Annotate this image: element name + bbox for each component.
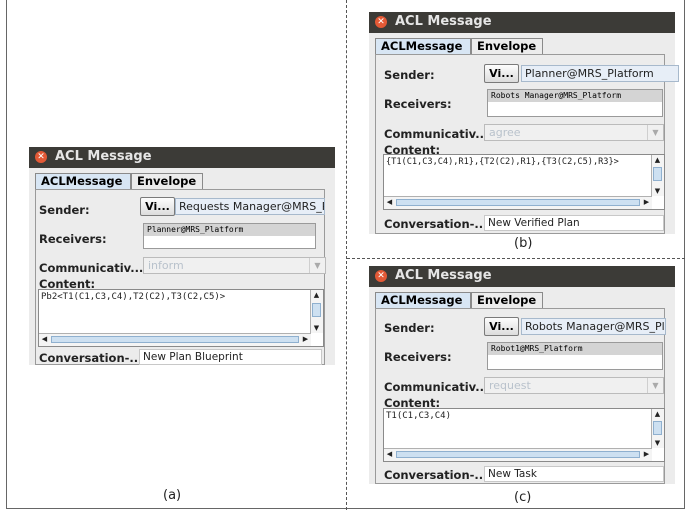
arrow-down-icon[interactable]: ▼ <box>652 186 663 196</box>
close-icon[interactable]: ✕ <box>35 151 47 163</box>
performative-select[interactable]: inform ▼ <box>143 257 326 274</box>
vertical-scrollbar[interactable]: ▲ ▼ <box>651 409 664 448</box>
content-textarea[interactable]: {T1(C1,C3,C4),R1},{T2(C2),R1},{T3(C2,C5)… <box>383 154 665 210</box>
content-textarea[interactable]: Pb2<T1(C1,C3,C4),T2(C2),T3(C2,C5)> ▲ ▼ ◀… <box>38 289 324 347</box>
performative-value: request <box>489 379 531 392</box>
message-panel: Sender: Vi... Planner@MRS_Platform Recei… <box>375 54 679 234</box>
chevron-down-icon[interactable]: ▼ <box>309 258 325 273</box>
conversation-label: Conversation-... <box>39 351 143 365</box>
vertical-divider <box>346 0 347 510</box>
window-title: ACL Message <box>395 14 492 29</box>
content-text: Pb2<T1(C1,C3,C4),T2(C2),T3(C2,C5)> <box>41 292 226 302</box>
scroll-thumb[interactable] <box>51 336 299 343</box>
tab-aclmessage[interactable]: ACLMessage <box>35 173 131 189</box>
vertical-scrollbar[interactable]: ▲ ▼ <box>310 290 323 333</box>
receivers-label: Receivers: <box>39 232 107 246</box>
window-title: ACL Message <box>55 149 152 164</box>
communicative-label: Communicativ... <box>384 380 489 394</box>
receiver-item[interactable]: Robot1@MRS_Platform <box>488 343 662 355</box>
receivers-list[interactable]: Robot1@MRS_Platform <box>487 342 663 370</box>
caption-c: (c) <box>514 490 532 505</box>
performative-select[interactable]: request ▼ <box>484 377 664 394</box>
performative-value: agree <box>489 126 521 139</box>
tab-aclmessage[interactable]: ACLMessage <box>375 38 471 54</box>
horizontal-divider <box>347 258 685 259</box>
content-text: {T1(C1,C3,C4),R1},{T2(C2),R1},{T3(C2,C5)… <box>386 157 619 167</box>
message-panel: Sender: Vi... Robots Manager@MRS_Pla Rec… <box>375 308 666 484</box>
content-text: T1(C1,C3,C4) <box>386 411 452 421</box>
chevron-down-icon[interactable]: ▼ <box>647 125 663 140</box>
arrow-down-icon[interactable]: ▼ <box>311 323 322 333</box>
title-bar: ✕ ACL Message <box>29 147 335 168</box>
receivers-list[interactable]: Robots Manager@MRS_Platform <box>487 89 663 117</box>
acl-message-window-c: ✕ ACL Message ACLMessage Envelope Sender… <box>369 266 675 484</box>
acl-message-window-b: ✕ ACL Message ACLMessage Envelope Sender… <box>369 12 679 234</box>
arrow-up-icon[interactable]: ▲ <box>311 290 322 300</box>
title-bar: ✕ ACL Message <box>369 266 675 287</box>
sender-label: Sender: <box>384 321 435 335</box>
window-title: ACL Message <box>395 268 492 283</box>
acl-message-window-a: ✕ ACL Message ACLMessage Envelope Sender… <box>29 147 335 365</box>
horizontal-scrollbar[interactable]: ◀ ▶ <box>384 196 652 209</box>
arrow-right-icon[interactable]: ▶ <box>300 334 311 345</box>
receivers-label: Receivers: <box>384 97 452 111</box>
tab-envelope[interactable]: Envelope <box>131 173 203 189</box>
horizontal-scrollbar[interactable]: ◀ ▶ <box>384 448 652 461</box>
receiver-item[interactable]: Planner@MRS_Platform <box>144 224 315 236</box>
sender-label: Sender: <box>384 68 435 82</box>
scroll-thumb[interactable] <box>653 167 662 181</box>
scroll-thumb[interactable] <box>653 421 662 435</box>
caption-b: (b) <box>514 236 533 251</box>
tab-envelope[interactable]: Envelope <box>471 38 543 54</box>
conversation-label: Conversation-... <box>384 468 488 482</box>
sender-label: Sender: <box>39 203 90 217</box>
view-sender-button[interactable]: Vi... <box>140 197 175 216</box>
horizontal-scrollbar[interactable]: ◀ ▶ <box>39 333 311 346</box>
arrow-up-icon[interactable]: ▲ <box>652 409 663 419</box>
close-icon[interactable]: ✕ <box>375 16 387 28</box>
performative-select[interactable]: agree ▼ <box>484 124 664 141</box>
arrow-left-icon[interactable]: ◀ <box>39 334 50 345</box>
chevron-down-icon[interactable]: ▼ <box>647 378 663 393</box>
tab-aclmessage[interactable]: ACLMessage <box>375 292 471 308</box>
scroll-thumb[interactable] <box>396 451 640 458</box>
content-textarea[interactable]: T1(C1,C3,C4) ▲ ▼ ◀ ▶ <box>383 408 665 462</box>
arrow-right-icon[interactable]: ▶ <box>641 449 652 460</box>
tab-envelope[interactable]: Envelope <box>471 292 543 308</box>
arrow-left-icon[interactable]: ◀ <box>384 197 395 208</box>
communicative-label: Communicativ... <box>384 127 489 141</box>
communicative-label: Communicativ... <box>39 261 144 275</box>
conversation-label: Conversation-... <box>384 217 488 231</box>
scroll-thumb[interactable] <box>312 303 321 317</box>
receiver-item[interactable]: Robots Manager@MRS_Platform <box>488 90 662 102</box>
caption-a: (a) <box>163 488 182 503</box>
arrow-right-icon[interactable]: ▶ <box>641 197 652 208</box>
sender-field[interactable]: Robots Manager@MRS_Pla <box>521 318 666 335</box>
scroll-thumb[interactable] <box>396 199 640 206</box>
conversation-field[interactable]: New Plan Blueprint <box>139 349 322 365</box>
close-icon[interactable]: ✕ <box>375 270 387 282</box>
performative-value: inform <box>148 259 184 272</box>
view-sender-button[interactable]: Vi... <box>484 64 519 83</box>
arrow-up-icon[interactable]: ▲ <box>652 155 663 165</box>
sender-field[interactable]: Requests Manager@MRS_P <box>175 198 325 215</box>
message-panel: Sender: Vi... Requests Manager@MRS_P Rec… <box>35 189 326 365</box>
receivers-list[interactable]: Planner@MRS_Platform <box>143 223 316 249</box>
arrow-left-icon[interactable]: ◀ <box>384 449 395 460</box>
conversation-field[interactable]: New Verified Plan <box>484 215 664 231</box>
title-bar: ✕ ACL Message <box>369 12 675 33</box>
arrow-down-icon[interactable]: ▼ <box>652 438 663 448</box>
sender-field[interactable]: Planner@MRS_Platform <box>521 65 679 82</box>
vertical-scrollbar[interactable]: ▲ ▼ <box>651 155 664 196</box>
conversation-field[interactable]: New Task <box>484 466 664 482</box>
receivers-label: Receivers: <box>384 350 452 364</box>
view-sender-button[interactable]: Vi... <box>484 317 519 336</box>
